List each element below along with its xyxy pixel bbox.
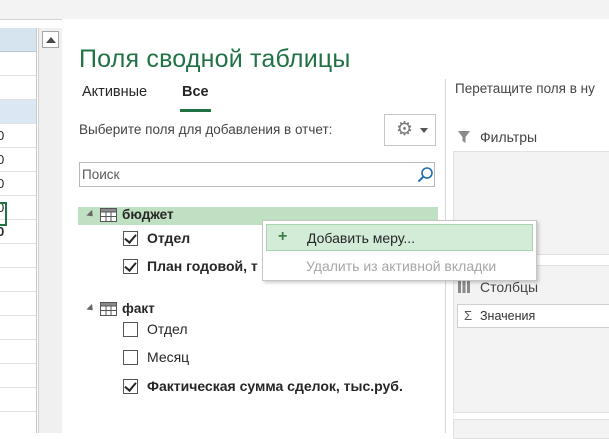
table-fact[interactable]: факт: [78, 301, 438, 319]
field-label: Фактическая сумма сделок, тыс.руб.: [147, 378, 403, 394]
menu-item-label: Удалить из активной вкладки: [306, 258, 497, 274]
context-menu: + Добавить меру... Удалить из активной в…: [262, 220, 537, 281]
collapse-triangle-icon[interactable]: [86, 209, 96, 220]
values-field-chip[interactable]: Σ Значения: [457, 304, 609, 328]
columns-icon: [458, 281, 470, 293]
filter-icon: [458, 131, 470, 143]
search-box[interactable]: [79, 162, 435, 187]
sheet-row[interactable]: [0, 244, 36, 268]
sheet-row[interactable]: [0, 316, 36, 340]
tab-active[interactable]: Активные: [82, 84, 147, 100]
field-checkbox[interactable]: [123, 350, 138, 365]
field-label: План годовой, т: [147, 258, 258, 274]
menu-item-label: Добавить меру...: [307, 230, 416, 246]
scroll-up-arrow-icon[interactable]: [42, 31, 59, 48]
sheet-row[interactable]: [0, 364, 36, 388]
sheet-row[interactable]: [0, 100, 36, 124]
chevron-down-icon: [420, 128, 428, 133]
menu-item-remove-from-active[interactable]: Удалить из активной вкладки: [266, 253, 533, 280]
sheet-row[interactable]: 0: [0, 172, 36, 196]
field-checkbox[interactable]: [123, 322, 138, 337]
cell-value: 0: [0, 176, 4, 191]
pane-title: Поля сводной таблицы: [79, 45, 351, 73]
drag-hint: Перетащите поля в ну: [455, 81, 595, 96]
columns-header: Столбцы: [457, 279, 538, 295]
field-checkbox[interactable]: [123, 231, 138, 246]
sheet-row[interactable]: [0, 388, 36, 412]
gear-icon: ⚙: [396, 119, 414, 140]
sigma-icon: Σ: [464, 308, 473, 323]
menu-item-add-measure[interactable]: + Добавить меру...: [266, 224, 533, 251]
sheet-row[interactable]: [0, 76, 36, 100]
columns-label: Столбцы: [480, 279, 539, 295]
window-top-bar: [0, 0, 609, 20]
table-icon: [100, 302, 117, 316]
filters-header: Фильтры: [457, 129, 537, 145]
search-input[interactable]: [82, 165, 402, 184]
sheet-row[interactable]: [0, 292, 36, 316]
tools-button[interactable]: ⚙: [384, 114, 436, 146]
sheet-row[interactable]: [0, 268, 36, 292]
plus-icon: +: [278, 228, 288, 245]
table-name: бюджет: [122, 207, 174, 222]
rows-drop-area[interactable]: [453, 419, 609, 439]
collapse-triangle-icon[interactable]: [86, 303, 96, 314]
table-icon: [100, 208, 117, 222]
field-label: Отдел: [147, 230, 191, 246]
field-label: Месяц: [147, 349, 190, 365]
field-label: Отдел: [147, 321, 188, 337]
values-label: Значения: [480, 309, 536, 323]
spreadsheet-grid[interactable]: 0 0 0 0 0: [0, 28, 37, 433]
column-header[interactable]: [0, 28, 36, 52]
choose-fields-label: Выберите поля для добавления в отчет:: [79, 122, 333, 137]
cell-value: 0: [0, 128, 4, 143]
cell-value: 0: [0, 152, 4, 167]
sheet-row[interactable]: [0, 52, 36, 76]
tab-all[interactable]: Все: [180, 84, 211, 112]
table-name: факт: [122, 301, 155, 316]
active-cell-border: [0, 202, 7, 226]
sheet-row[interactable]: 0: [0, 148, 36, 172]
filters-label: Фильтры: [480, 129, 538, 145]
search-icon[interactable]: [417, 166, 434, 183]
field-checkbox[interactable]: [123, 379, 138, 394]
field-checkbox[interactable]: [123, 259, 138, 274]
sheet-row[interactable]: 0: [0, 124, 36, 148]
cell-value: 0: [0, 224, 4, 239]
vertical-scrollbar[interactable]: [38, 28, 63, 433]
sheet-row[interactable]: [0, 340, 36, 364]
